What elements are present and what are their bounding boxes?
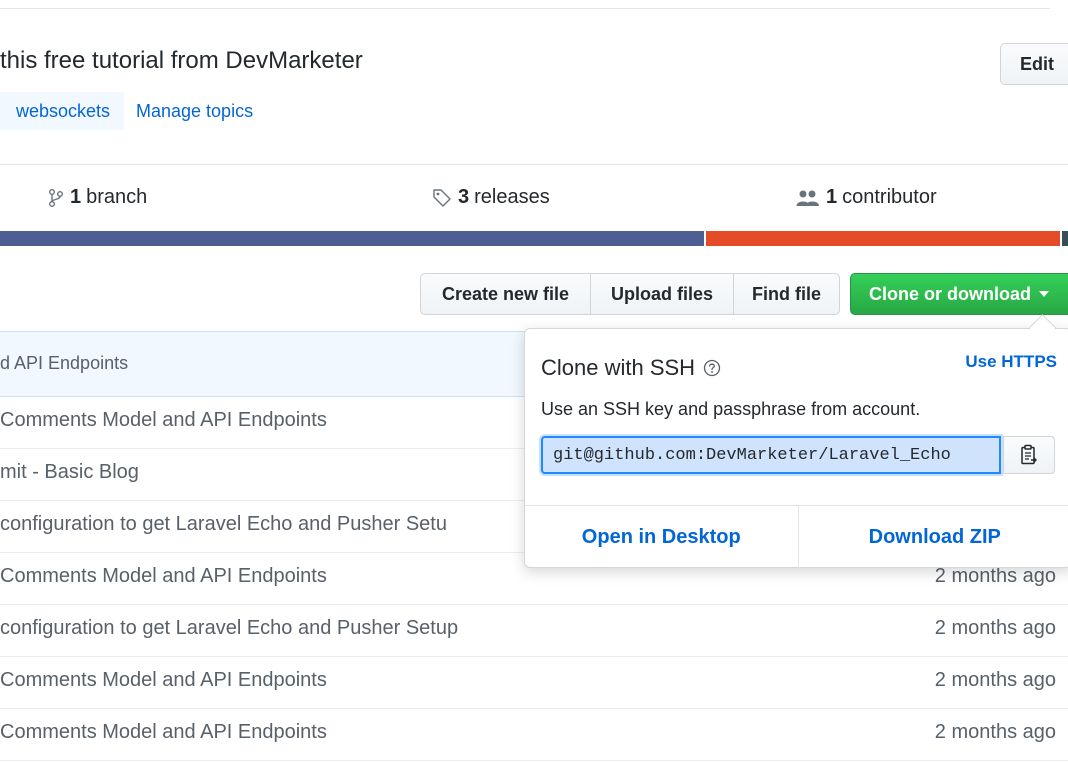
- create-new-file-button[interactable]: Create new file: [420, 273, 591, 315]
- commit-message-link[interactable]: Comments Model and API Endpoints: [0, 721, 327, 744]
- tag-icon: [432, 188, 452, 208]
- language-bar-segment[interactable]: [0, 231, 706, 246]
- commit-message-link[interactable]: mit - Basic Blog: [0, 461, 139, 484]
- use-https-link[interactable]: Use HTTPS: [965, 352, 1057, 372]
- commit-age: 2 months ago: [935, 565, 1056, 588]
- branch-count: 1: [70, 186, 81, 209]
- clone-or-download-button[interactable]: Clone or download: [850, 273, 1068, 315]
- upload-files-button[interactable]: Upload files: [591, 273, 734, 315]
- branch-label: branch: [86, 186, 147, 209]
- find-file-button[interactable]: Find file: [734, 273, 840, 315]
- topic-tag[interactable]: websockets: [0, 92, 124, 130]
- clone-popover-title: Clone with SSH: [541, 355, 721, 381]
- clone-popover: Clone with SSH Use HTTPS Use an SSH key …: [524, 328, 1068, 568]
- edit-description-button[interactable]: Edit: [1000, 43, 1068, 85]
- download-zip-button[interactable]: Download ZIP: [798, 506, 1068, 568]
- latest-commit-message[interactable]: d API Endpoints: [0, 353, 128, 374]
- popover-arrow: [1029, 314, 1056, 341]
- open-in-desktop-button[interactable]: Open in Desktop: [525, 506, 798, 568]
- clone-url-input[interactable]: [541, 436, 1001, 474]
- branch-count-link[interactable]: 1 branch: [48, 186, 147, 209]
- file-row: Comments Model and API Endpoints 2 months…: [0, 708, 1068, 761]
- commit-message-link[interactable]: Comments Model and API Endpoints: [0, 565, 327, 588]
- top-divider: [0, 8, 1050, 9]
- branch-icon: [48, 188, 64, 208]
- copy-to-clipboard-button[interactable]: [1003, 436, 1055, 474]
- people-icon: [796, 189, 820, 207]
- releases-count-link[interactable]: 3 releases: [432, 186, 550, 209]
- commit-age: 2 months ago: [935, 617, 1056, 640]
- contributors-count: 1: [826, 186, 837, 209]
- commit-age: 2 months ago: [935, 721, 1056, 744]
- manage-topics-link[interactable]: Manage topics: [136, 100, 253, 122]
- commit-message-link[interactable]: configuration to get Laravel Echo and Pu…: [0, 513, 447, 536]
- commit-age: 2 months ago: [935, 669, 1056, 692]
- dropdown-caret-icon: [1039, 291, 1049, 297]
- file-row: configuration to get Laravel Echo and Pu…: [0, 604, 1068, 657]
- contributors-label: contributor: [842, 186, 937, 209]
- clone-popover-footer: Open in Desktop Download ZIP: [525, 505, 1068, 568]
- file-navigation-buttons: Create new file Upload files Find file: [420, 273, 840, 315]
- repo-description: this free tutorial from DevMarketer: [0, 46, 363, 76]
- help-icon[interactable]: [703, 359, 721, 377]
- clone-description: Use an SSH key and passphrase from accou…: [541, 399, 920, 420]
- language-bar-segment[interactable]: [706, 231, 1062, 246]
- file-row: Comments Model and API Endpoints 2 months…: [0, 656, 1068, 709]
- clone-or-download-label: Clone or download: [869, 284, 1031, 305]
- contributors-count-link[interactable]: 1 contributor: [796, 186, 937, 209]
- commit-message-link[interactable]: Comments Model and API Endpoints: [0, 669, 327, 692]
- numbers-summary-divider: [0, 164, 1068, 165]
- language-bar[interactable]: [0, 231, 1068, 246]
- releases-label: releases: [474, 186, 550, 209]
- commit-message-link[interactable]: Comments Model and API Endpoints: [0, 409, 327, 432]
- clipboard-icon: [1020, 444, 1038, 466]
- clone-title-text: Clone with SSH: [541, 355, 695, 381]
- releases-count: 3: [458, 186, 469, 209]
- language-bar-segment[interactable]: [1062, 231, 1068, 246]
- commit-message-link[interactable]: configuration to get Laravel Echo and Pu…: [0, 617, 458, 640]
